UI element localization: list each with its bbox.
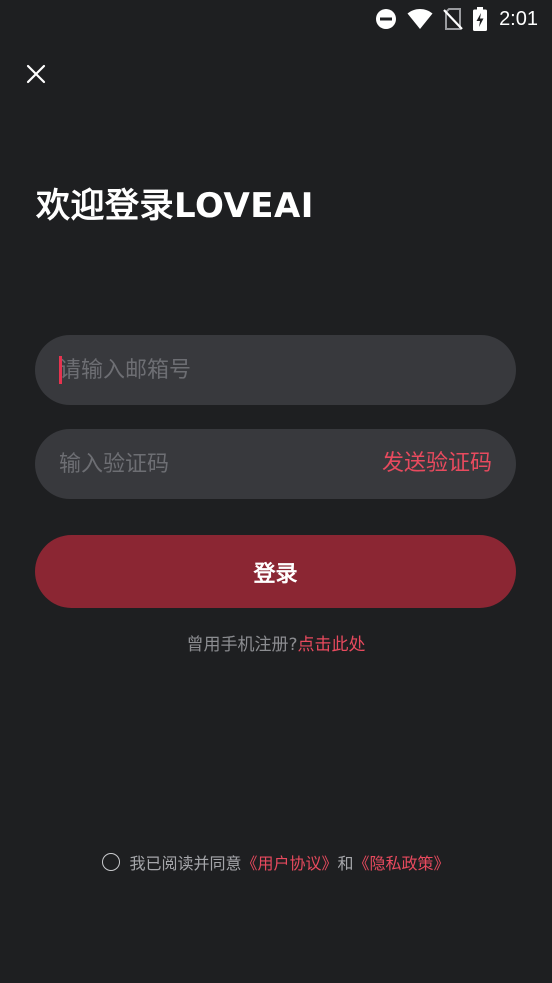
agreement-row: 我已阅读并同意 《用户协议》 和 《隐私政策》: [0, 850, 552, 874]
privacy-policy-link[interactable]: 《隐私政策》: [354, 850, 450, 874]
status-bar: 2:01: [0, 0, 552, 38]
user-agreement-link[interactable]: 《用户协议》: [241, 850, 337, 874]
phone-register-prompt: 曾用手机注册?点击此处: [0, 630, 552, 655]
phone-register-text: 曾用手机注册?: [186, 635, 298, 655]
email-field[interactable]: [35, 335, 516, 405]
status-time: 2:01: [499, 7, 538, 30]
verification-code-field[interactable]: 发送验证码: [35, 429, 516, 499]
agreement-and: 和: [337, 854, 354, 873]
click-here-link[interactable]: 点击此处: [298, 635, 366, 655]
status-icons: 2:01: [375, 6, 538, 32]
close-icon: [26, 64, 46, 84]
login-button[interactable]: 登录: [35, 535, 516, 608]
agreement-prefix: 我已阅读并同意: [129, 854, 242, 873]
verification-code-input[interactable]: [59, 429, 349, 499]
text-cursor: [59, 356, 62, 384]
email-input[interactable]: [59, 335, 489, 405]
close-button[interactable]: [20, 58, 52, 90]
send-code-button[interactable]: 发送验证码: [382, 429, 492, 499]
wifi-icon: [407, 8, 433, 30]
login-screen: 2:01 欢迎登录LOVEAI 发送验证码 登录 曾用手机注册?点击此处 我已阅…: [0, 0, 552, 983]
agreement-radio[interactable]: [102, 853, 121, 871]
battery-charging-icon: [473, 7, 488, 31]
do-not-disturb-icon: [375, 8, 397, 30]
page-title: 欢迎登录LOVEAI: [36, 186, 314, 226]
no-sim-icon: [443, 7, 463, 31]
